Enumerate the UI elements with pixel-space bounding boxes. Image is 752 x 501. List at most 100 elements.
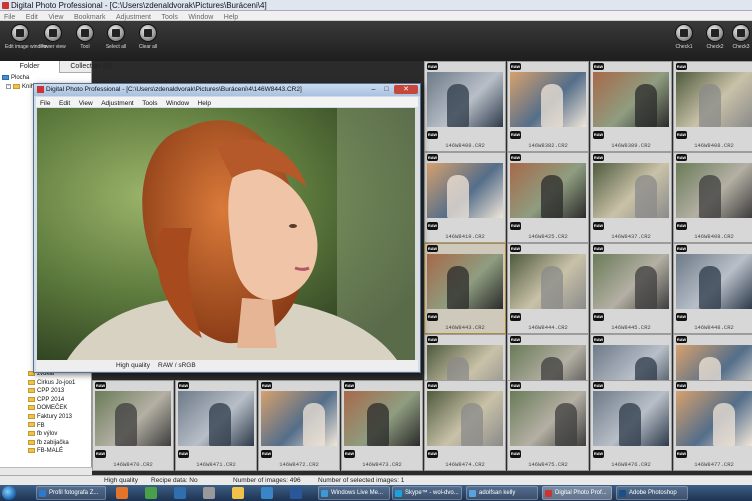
close-button[interactable]: ✕ [394, 85, 418, 94]
thumbnail-filename: 146W8419.CR2 [445, 233, 485, 240]
thumbnail-filename: 146W8444.CR2 [528, 324, 568, 331]
thumbnail-subject [699, 266, 721, 309]
check1-button[interactable]: Check1 [669, 24, 699, 58]
preview-image[interactable] [37, 108, 417, 360]
thumbnail-cell[interactable]: RAW RAW 146W8471.CR2 [175, 380, 257, 471]
thumbnail-image [427, 72, 503, 127]
raw-badge: RAW [510, 336, 521, 343]
raw-badge: RAW [427, 245, 438, 252]
thumbnail-subject [699, 84, 721, 127]
thumbnail-cell[interactable]: RAW RAW 146W8448.CR2 [673, 243, 752, 334]
thumbnail-subject [541, 175, 563, 218]
maximize-button[interactable]: □ [380, 85, 393, 94]
clear-all-button[interactable]: Clear all [133, 24, 163, 58]
check2-label: Check2 [706, 44, 724, 50]
word-icon[interactable] [290, 487, 302, 499]
folder-icon [28, 396, 35, 402]
folder-icon [28, 422, 35, 428]
thumbnail-cell[interactable]: RAW RAW 146W8474.CR2 [424, 380, 506, 471]
thumbnail-cell[interactable]: RAW RAW 146W8445.CR2 [590, 243, 672, 334]
thumbnail-filename: 146W8471.CR2 [196, 461, 236, 468]
taskbar-item-skype[interactable]: Skype™ - wol-dvo... [392, 486, 462, 500]
preview-scrollbar[interactable] [415, 108, 419, 360]
tree-item[interactable]: FB-MALÉ [0, 447, 92, 456]
tree-item[interactable]: fb zabijačka [0, 439, 92, 448]
raw-badge: RAW [676, 222, 687, 230]
tree-item[interactable]: FB [0, 422, 92, 431]
thumbnail-cell[interactable]: RAW RAW 146W8470.CR2 [92, 380, 174, 471]
thumbnail-image [593, 391, 669, 446]
tab-collection[interactable]: Collection (0) [60, 61, 122, 73]
thumbnail-cell[interactable]: RAW RAW 146W8472.CR2 [258, 380, 340, 471]
tree-item-plocha[interactable]: Plocha [0, 74, 92, 83]
thumbnail-cell[interactable]: RAW RAW 146W8473.CR2 [341, 380, 423, 471]
start-button[interactable] [2, 486, 16, 500]
taskbar-item-chat[interactable]: adolfsan kelly [466, 486, 538, 500]
taskbar-item-windows-live[interactable]: Windows Live Me... [318, 486, 390, 500]
thumbnail-cell[interactable]: RAW RAW 146W8444.CR2 [507, 243, 589, 334]
select-all-icon [107, 24, 125, 42]
thumbnail-cell[interactable]: RAW RAW 146W8389.CR2 [590, 61, 672, 152]
tab-folder[interactable]: Folder [0, 61, 60, 73]
raw-badge: RAW [593, 450, 604, 458]
raw-badge: RAW [427, 450, 438, 458]
thumbnail-cell[interactable]: RAW RAW 146W8408.CR2 [424, 61, 506, 152]
tree-horizontal-scrollbar[interactable] [0, 467, 92, 475]
tool-label: Tool [80, 44, 90, 50]
taskbar-item-photoshop[interactable]: Adobe Photoshop [616, 486, 688, 500]
portrait-photo [37, 108, 417, 360]
thumbnail-cell[interactable]: RAW RAW 146W8382.CR2 [507, 61, 589, 152]
tree-item[interactable]: DOMEČEK [0, 404, 92, 413]
tree-item[interactable]: Faktury 2013 [0, 413, 92, 422]
thumbnail-image [510, 391, 586, 446]
thumbnail-cell[interactable]: RAW RAW 146W8477.CR2 [673, 380, 752, 471]
main-status-bar: High quality Recipe data: No Number of i… [0, 475, 752, 485]
chrome-icon[interactable] [145, 487, 157, 499]
panel-tabs: Folder Collection (0) [0, 61, 112, 73]
minimize-button[interactable]: – [367, 85, 380, 94]
taskbar-item-dpp[interactable]: Digital Photo Prof... [542, 486, 612, 500]
raw-badge: RAW [510, 313, 521, 321]
edit-image-window-button[interactable]: Edit image window [5, 24, 47, 58]
raw-badge: RAW [427, 313, 438, 321]
check3-button[interactable]: Check3 [730, 24, 752, 58]
thumbnail-cell[interactable]: RAW RAW 146W8408.CR2 [673, 61, 752, 152]
taskbar-item-profil[interactable]: Profil fotografa Z... [36, 486, 106, 500]
expand-icon[interactable]: - [6, 83, 11, 89]
thumbnail-cell[interactable]: RAW RAW 146W8408.CR2 [673, 152, 752, 243]
tree-item[interactable]: CPP 2013 [0, 387, 92, 396]
tool-button[interactable]: Tool [70, 24, 100, 58]
clear-all-label: Clear all [138, 44, 158, 50]
tree-item[interactable]: fb výlov [0, 430, 92, 439]
firefox-icon[interactable] [116, 487, 128, 499]
thumbnail-filename: 146W8474.CR2 [445, 461, 485, 468]
check2-button[interactable]: Check2 [700, 24, 730, 58]
thumbnail-image [95, 391, 171, 446]
image-preview-window: Digital Photo Professional - [C:\Users\z… [33, 83, 421, 373]
thumbnail-cell[interactable]: RAW RAW 146W8475.CR2 [507, 380, 589, 471]
thumbnail-cell[interactable]: RAW RAW 146W8425.CR2 [507, 152, 589, 243]
pinned-app-icon[interactable] [261, 487, 273, 499]
thumbnail-cell[interactable]: RAW RAW 146W8476.CR2 [590, 380, 672, 471]
raw-badge: RAW [593, 63, 604, 70]
select-all-button[interactable]: Select all [101, 24, 131, 58]
power-view-button[interactable]: Power view [38, 24, 68, 58]
thumbnail-filename: 146W8470.CR2 [113, 461, 153, 468]
explorer-icon[interactable] [232, 487, 244, 499]
raw-badge: RAW [344, 382, 355, 389]
thumbnail-filename: 146W8443.CR2 [445, 324, 485, 331]
thumbnail-image [593, 254, 669, 309]
tree-item[interactable]: CPP 2014 [0, 396, 92, 405]
raw-badge: RAW [95, 450, 106, 458]
thumbnail-cell[interactable]: RAW RAW 146W8443.CR2 [424, 243, 506, 334]
thumbnail-cell[interactable]: RAW RAW 146W8419.CR2 [424, 152, 506, 243]
preview-title-bar[interactable]: Digital Photo Professional - [C:\Users\z… [34, 84, 420, 96]
thumbnail-cell[interactable]: RAW RAW 146W8437.CR2 [590, 152, 672, 243]
clear-all-icon [139, 24, 157, 42]
tree-item[interactable]: Cirkus Jo-joo1 [0, 379, 92, 388]
thumbnail-image [510, 72, 586, 127]
thumbnail-filename: 146W8472.CR2 [279, 461, 319, 468]
pinned-app-icon[interactable] [203, 487, 215, 499]
pinned-app-icon[interactable] [174, 487, 186, 499]
folder-icon [13, 83, 20, 89]
